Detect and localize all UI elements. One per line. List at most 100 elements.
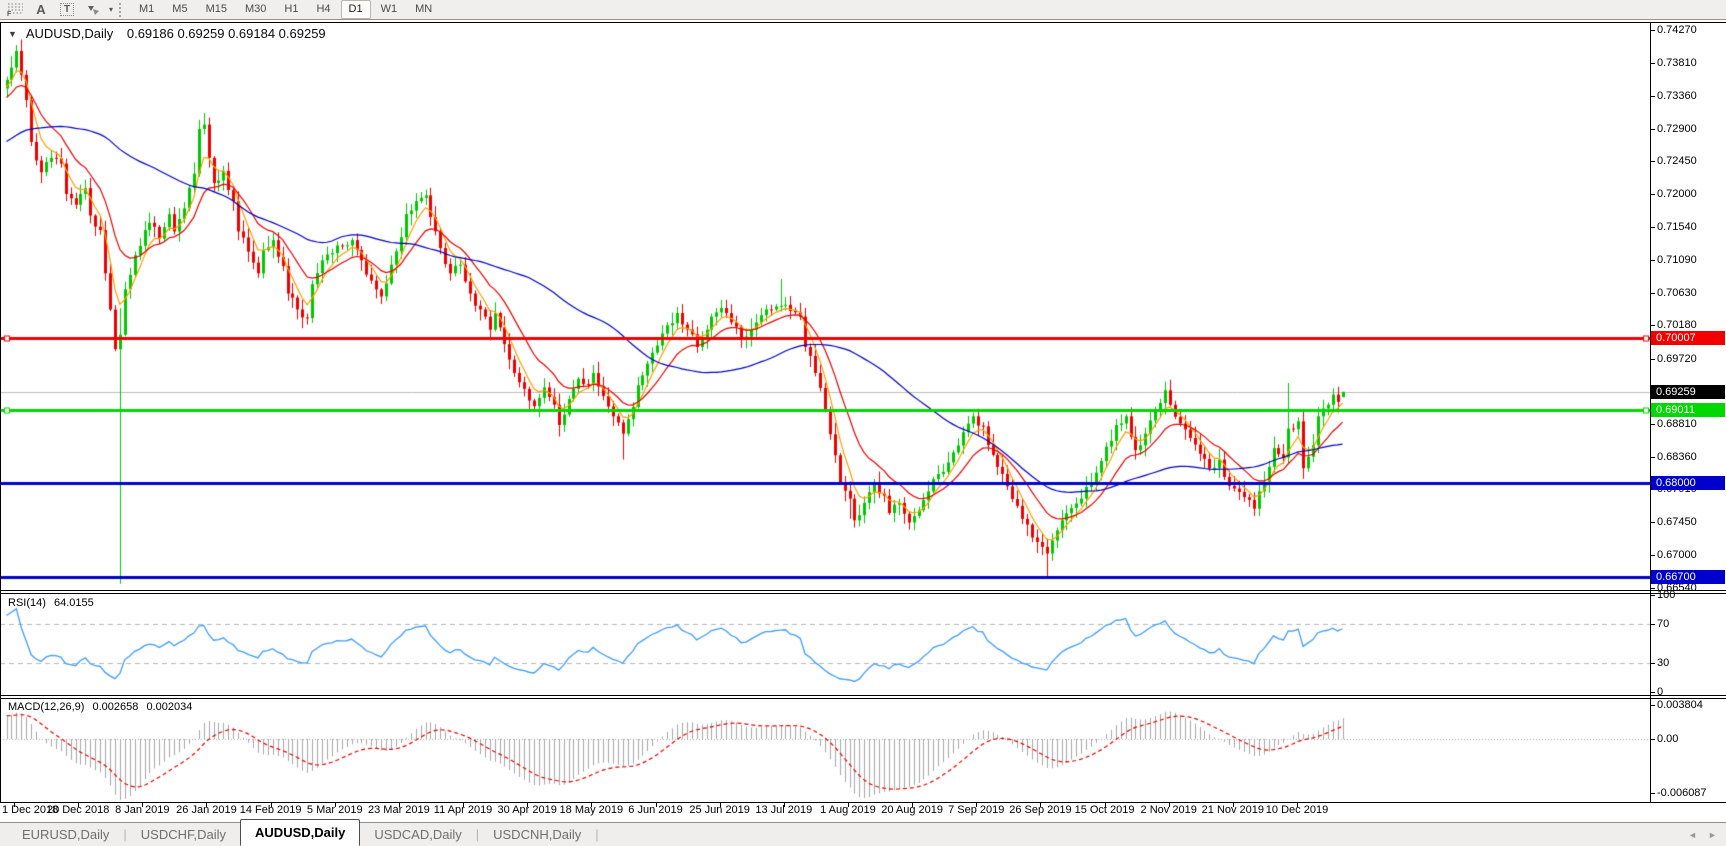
rsi-axis-tick-label: 70	[1657, 618, 1670, 630]
chart-canvas[interactable]	[0, 22, 1650, 803]
toolbar-grip	[119, 2, 124, 17]
panel-border-line	[0, 695, 1726, 696]
panel-border-line	[0, 802, 1726, 803]
y-axis-tick-mark	[1651, 30, 1655, 31]
y-axis-tick-mark	[1651, 128, 1655, 130]
tab-scroll-left-button[interactable]: ◄	[1688, 830, 1697, 840]
macd-axis-tick-label: -0.006087	[1657, 787, 1707, 800]
x-axis-tick-mark	[78, 803, 80, 807]
x-axis-tick-mark	[1040, 803, 1042, 807]
y-axis-tick-mark	[1651, 325, 1655, 327]
y-axis-tick-label: 0.72900	[1657, 122, 1697, 135]
y-axis-tick-label: 0.68810	[1657, 418, 1697, 431]
price-line-label-chip: 0.70007	[1651, 330, 1725, 345]
chart-tab-usdchf-daily[interactable]: USDCHF,Daily	[127, 823, 240, 846]
chart-tab-bar: EURUSD,Daily | USDCHF,Daily AUDUSD,Daily USD…	[0, 819, 1726, 846]
x-axis-tick-mark	[463, 803, 465, 807]
macd-axis-tick-label: 0.003804	[1657, 699, 1703, 712]
x-axis-tick-mark	[976, 803, 978, 807]
arrows-tool-caret-icon[interactable]: ▾	[109, 5, 113, 14]
chart-tab-eurusd-daily[interactable]: EURUSD,Daily	[8, 823, 123, 846]
y-axis-tick-label: 0.71090	[1657, 253, 1697, 266]
x-axis-tick-mark	[334, 803, 336, 807]
y-axis-tick-mark	[1651, 424, 1655, 426]
rsi-current-value: 64.0155	[53, 597, 94, 609]
y-axis-tick-mark	[1651, 292, 1655, 294]
macd-axis-tick-mark	[1651, 739, 1655, 740]
x-axis-tick-mark	[527, 803, 529, 807]
timeframe-button-m5[interactable]: M5	[164, 0, 195, 19]
timeframe-button-d1[interactable]: D1	[340, 0, 371, 19]
y-axis-tick-mark	[1651, 554, 1655, 556]
timeframe-button-h1[interactable]: H1	[276, 0, 306, 19]
y-axis-tick-mark	[1651, 227, 1655, 229]
y-axis-tick-label: 0.71540	[1657, 221, 1697, 234]
x-axis-tick-mark	[1104, 803, 1106, 807]
rsi-axis-tick-mark	[1651, 624, 1655, 625]
chart-tab-audusd-daily[interactable]: AUDUSD,Daily	[240, 819, 361, 846]
y-axis-tick-mark	[1651, 95, 1655, 97]
y-axis-tick-label: 0.70180	[1657, 319, 1697, 332]
tab-scroll-right-button[interactable]: ►	[1708, 830, 1717, 840]
arrows-tool-icon[interactable]	[82, 1, 104, 18]
y-axis-tick-label: 0.72000	[1657, 187, 1697, 200]
chart-tab-usdcnh-daily[interactable]: USDCNH,Daily	[479, 823, 595, 846]
macd-main-value: 0.002658	[92, 701, 139, 713]
timeframe-button-h4[interactable]: H4	[308, 0, 338, 19]
macd-axis-tick-mark	[1651, 793, 1655, 795]
timeframe-button-w1[interactable]: W1	[373, 0, 406, 19]
fibonacci-tool-icon[interactable]: F	[4, 1, 26, 18]
text-box-tool-icon[interactable]: T	[56, 1, 78, 18]
timeframe-button-m30[interactable]: M30	[237, 0, 274, 19]
y-axis-tick-mark	[1651, 161, 1655, 163]
timeframe-button-m1[interactable]: M1	[131, 0, 162, 19]
trading-terminal-window: F A T ▾ M1 M5 M15 M30 H1 H4 D1 W1 MN ▼ AUDUSD,Daily …	[0, 0, 1726, 846]
y-axis-tick-mark	[1651, 522, 1655, 524]
price-line-label-chip: 0.66700	[1651, 569, 1725, 584]
text-label-tool-icon[interactable]: A	[30, 1, 52, 18]
y-axis-tick-label: 0.72450	[1657, 155, 1697, 168]
svg-text:F: F	[7, 11, 12, 17]
timeframe-button-m15[interactable]: M15	[198, 0, 235, 19]
rsi-axis-tick-mark	[1651, 594, 1655, 596]
y-axis-tick-label: 0.73360	[1657, 89, 1697, 102]
timeframe-button-mn[interactable]: MN	[407, 0, 440, 19]
price-line-label-chip: 0.68000	[1651, 475, 1725, 490]
current-price-chip: 0.69259	[1651, 384, 1725, 399]
x-axis-tick-mark	[847, 803, 849, 807]
x-axis-tick-mark	[14, 803, 15, 807]
y-axis-tick-mark	[1651, 193, 1655, 195]
rsi-axis-tick-label: 100	[1657, 588, 1676, 601]
y-axis-tick-label: 0.73810	[1657, 57, 1697, 70]
panel-border-line	[0, 22, 1726, 23]
y-axis-tick-mark	[1651, 456, 1655, 458]
panel-border-line	[0, 590, 1726, 591]
rsi-axis-tick-label: 30	[1657, 657, 1670, 669]
x-axis-tick-mark	[719, 803, 721, 807]
y-axis-tick-mark	[1651, 63, 1655, 65]
x-axis-tick-mark	[591, 803, 593, 807]
chart-left-border	[0, 22, 1, 803]
panel-border-line	[0, 593, 1726, 594]
x-axis-tick-mark	[1232, 803, 1234, 807]
macd-signal-value: 0.002034	[146, 701, 193, 713]
x-axis-tick-mark	[398, 803, 400, 807]
y-axis-tick-label: 0.74270	[1657, 24, 1697, 36]
y-axis-tick-label: 0.68360	[1657, 450, 1697, 463]
chart-tab-usdcad-daily[interactable]: USDCAD,Daily	[360, 823, 475, 846]
rsi-name: RSI(14)	[8, 597, 46, 609]
x-axis-tick-mark	[270, 803, 272, 807]
chart-toolbar: F A T ▾ M1 M5 M15 M30 H1 H4 D1 W1 MN	[0, 0, 1726, 20]
x-axis-tick-mark	[655, 803, 657, 807]
text-box-glyph: T	[59, 3, 75, 16]
x-axis-tick-mark	[1297, 803, 1298, 807]
macd-axis-tick-label: 0.00	[1657, 733, 1679, 745]
macd-axis-tick-mark	[1651, 705, 1655, 707]
symbol-dropdown-icon[interactable]: ▼	[8, 29, 17, 39]
x-axis-tick-mark	[783, 803, 785, 807]
y-axis-tick-mark	[1651, 358, 1655, 360]
y-axis-tick-label: 0.67000	[1657, 548, 1697, 561]
rsi-axis-tick-label: 0	[1657, 686, 1664, 699]
x-axis-tick-mark	[912, 803, 914, 807]
y-axis-tick-mark	[1651, 588, 1655, 590]
